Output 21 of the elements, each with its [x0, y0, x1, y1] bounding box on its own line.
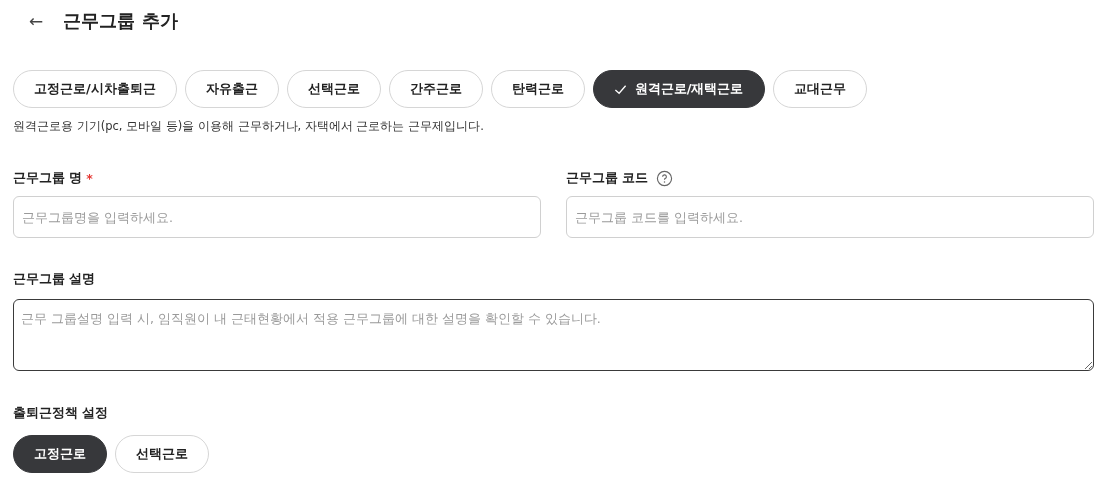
- page-title: 근무그룹 추가: [63, 9, 178, 33]
- description-field[interactable]: 근무 그룹설명 입력 시, 임직원이 내 근태현황에서 적용 근무그룹에 대한 설명을 확인할 수 있습니다.: [13, 299, 1094, 371]
- description-text: 원격근로용 기기(pc, 모바일 등)을 이용해 근무하거나, 자택에서 근로하는 근무제입니다.: [13, 119, 485, 134]
- section-label: 출퇴근정책 설정: [13, 403, 110, 422]
- text-field[interactable]: 근무그룹명을 입력하세요.: [13, 196, 541, 238]
- option-chip[interactable]: 탄력근로: [490, 70, 585, 108]
- option-chip[interactable]: 자유출근: [184, 70, 279, 108]
- field-label: 근무그룹 명: [13, 169, 83, 187]
- option-chip[interactable]: 간주근로: [388, 70, 483, 108]
- text-field[interactable]: 근무그룹 코드를 입력하세요.: [566, 196, 1094, 238]
- option-chip[interactable]: 고정근로: [13, 435, 107, 473]
- option-chip[interactable]: 고정근로/시차출퇴근: [13, 70, 177, 108]
- field-label: 근무그룹 설명: [13, 269, 97, 288]
- required-mark: *: [86, 170, 93, 186]
- option-chip[interactable]: 선택근로: [286, 70, 381, 108]
- option-chip[interactable]: 교대근무: [772, 70, 867, 108]
- option-chip[interactable]: 선택근로: [115, 435, 209, 473]
- option-chip[interactable]: 원격근로/재택근로: [592, 70, 765, 108]
- help-icon[interactable]: [656, 169, 674, 187]
- field-label: 근무그룹 코드: [566, 169, 649, 187]
- back-button[interactable]: ←: [23, 11, 50, 31]
